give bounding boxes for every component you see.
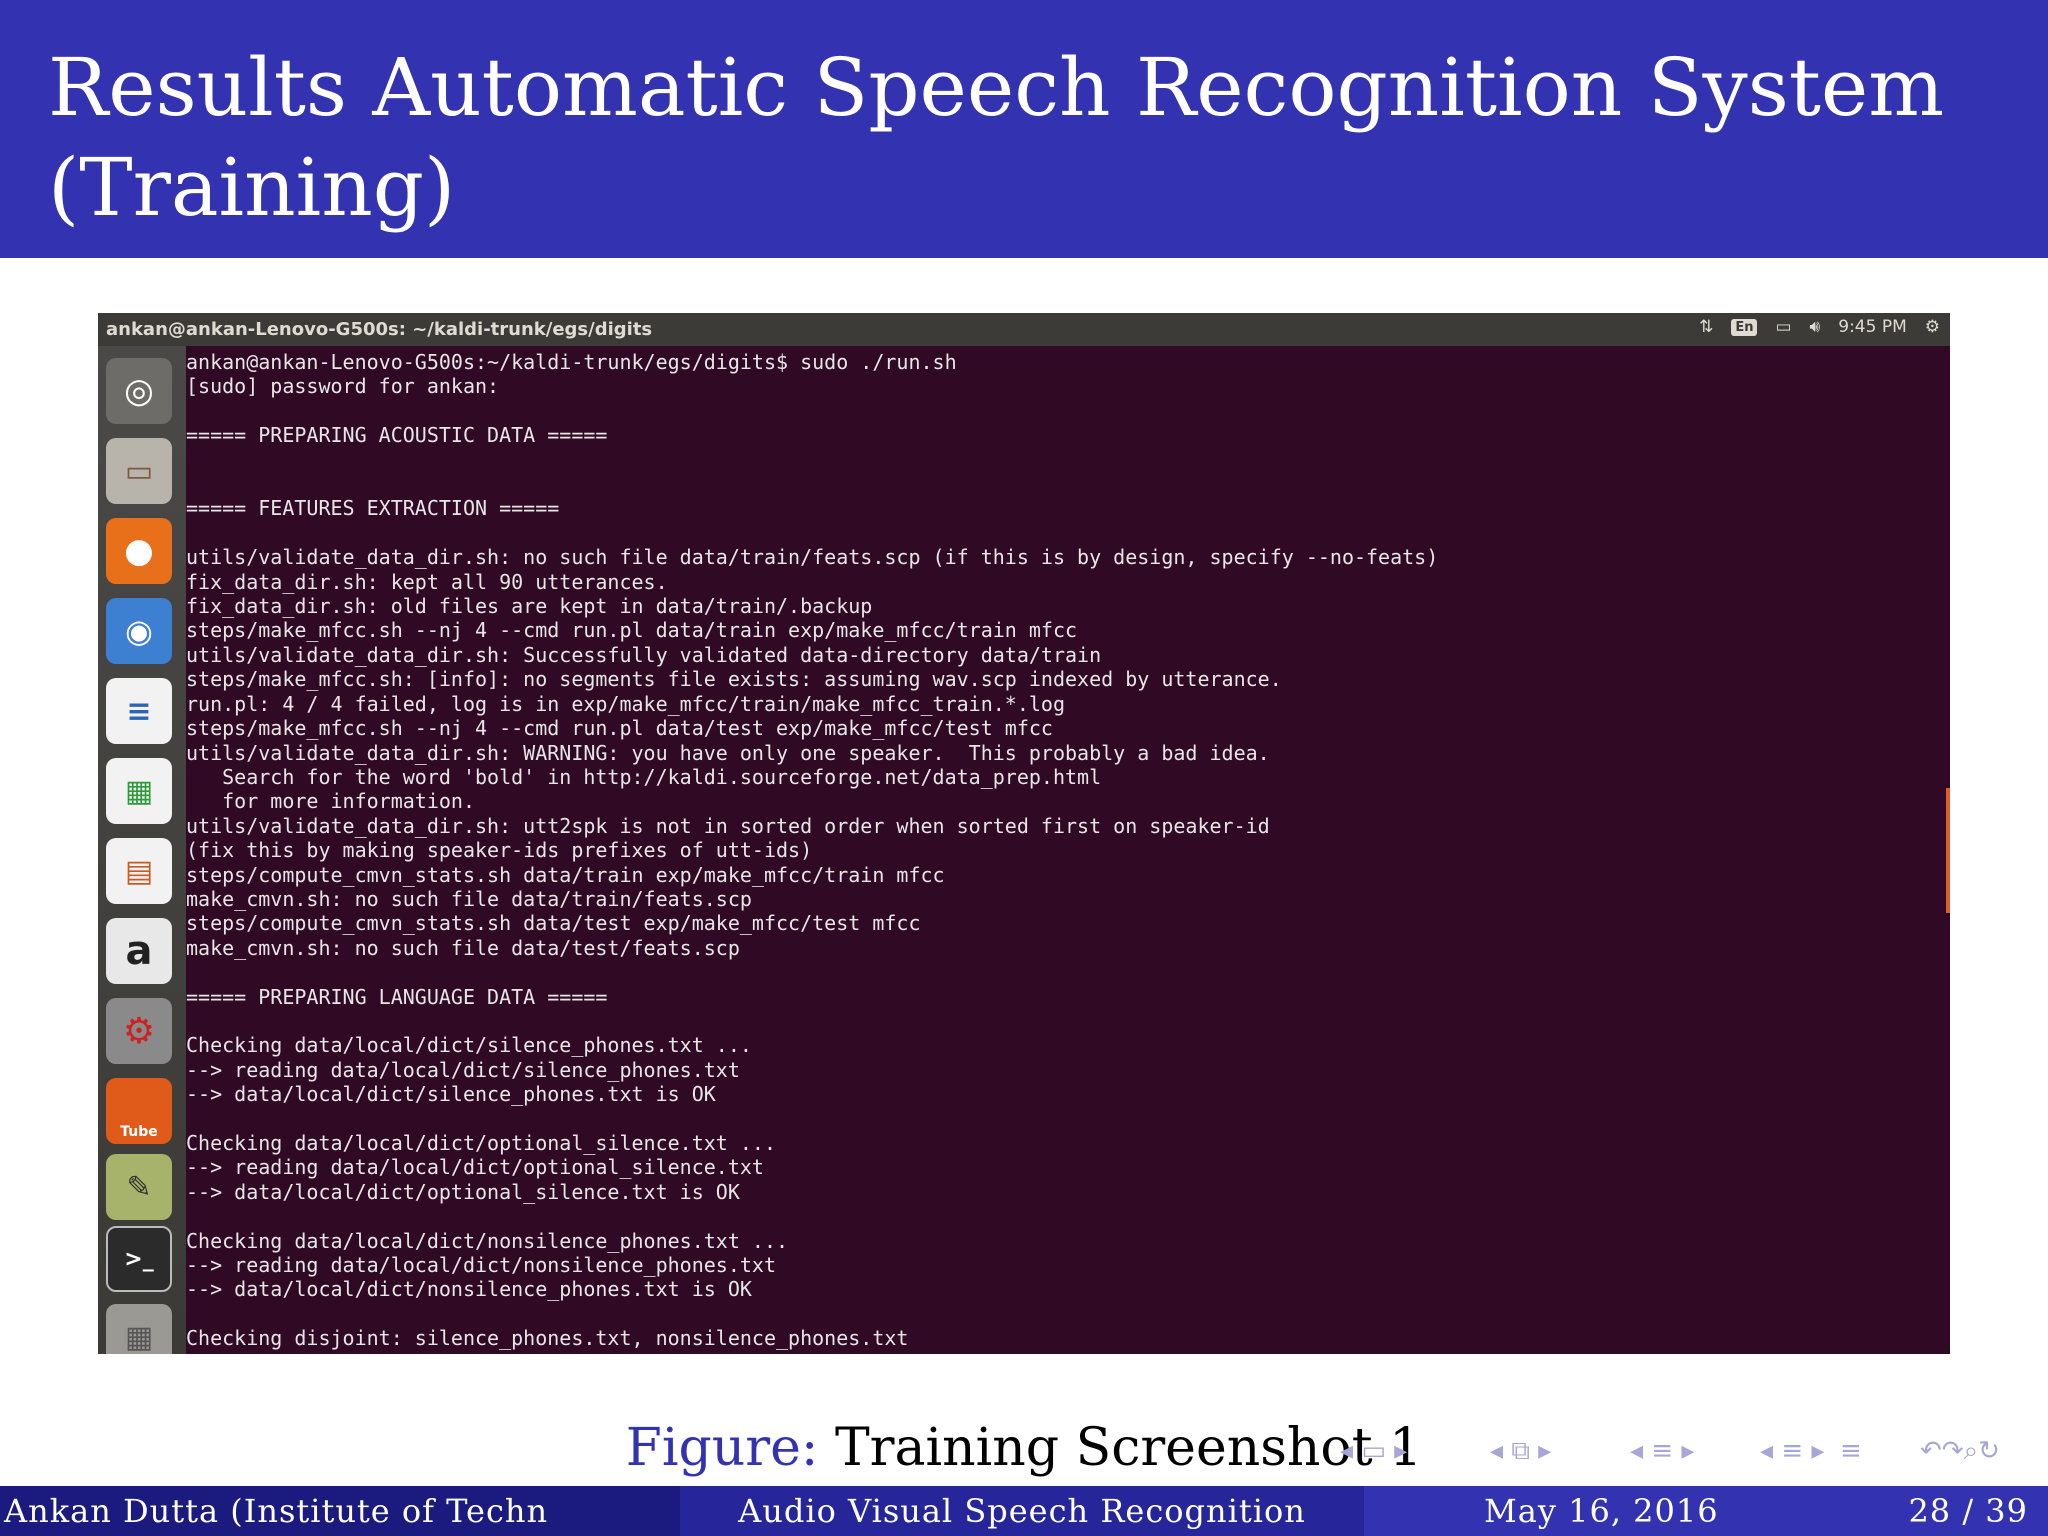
text-editor-icon[interactable]: ✎ xyxy=(106,1154,172,1220)
terminal-line: ===== PREPARING ACOUSTIC DATA ===== xyxy=(186,423,608,448)
terminal-line: utils/validate_data_dir.sh: no such file… xyxy=(186,545,1439,570)
terminal-line: steps/make_mfcc.sh --nj 4 --cmd run.pl d… xyxy=(186,618,1078,643)
footer-title: Audio Visual Speech Recognition xyxy=(680,1486,1364,1536)
window-title: ankan@ankan-Lenovo-G500s: ~/kaldi-trunk/… xyxy=(106,319,653,340)
amazon-icon[interactable]: a xyxy=(106,918,172,984)
nav-frame-icon[interactable]: ◂ ▭ ▸ xyxy=(1340,1436,1407,1466)
slide-title-bar: Results Automatic Speech Recognition Sys… xyxy=(0,0,2048,258)
firefox-icon[interactable]: ● xyxy=(106,518,172,584)
terminal-line: --> reading data/local/dict/silence_phon… xyxy=(186,1057,740,1082)
battery-icon[interactable]: ▭ xyxy=(1775,317,1791,337)
terminal-icon[interactable]: >_ xyxy=(106,1226,172,1292)
terminal-line: for more information. xyxy=(186,789,475,814)
terminal-line: (fix this by making speaker-ids prefixes… xyxy=(186,838,813,863)
terminal-line: Checking data/local/dict/optional_silenc… xyxy=(186,1131,777,1155)
chromium-icon[interactable]: ◉ xyxy=(106,598,172,664)
system-settings-icon[interactable]: ⚙ xyxy=(106,998,172,1064)
ubuntu-top-panel: ankan@ankan-Lenovo-G500s: ~/kaldi-trunk/… xyxy=(98,313,1950,346)
libreoffice-impress-icon[interactable]: ▤ xyxy=(106,838,172,904)
terminal-line: --> reading data/local/dict/nonsilence_p… xyxy=(186,1253,777,1278)
figure-caption-text: Training Screenshot 1 xyxy=(834,1418,1423,1478)
footer-page-number: 28 / 39 xyxy=(1908,1492,2028,1530)
terminal-line: utils/validate_data_dir.sh: Successfully… xyxy=(186,642,1102,667)
terminal-line: Search for the word 'bold' in http://kal… xyxy=(186,764,1102,789)
terminal-line: make_cmvn.sh: no such file data/train/fe… xyxy=(186,886,752,911)
terminal-line: steps/make_mfcc.sh: [info]: no segments … xyxy=(186,667,1282,692)
keyboard-layout-indicator[interactable]: En xyxy=(1731,318,1758,336)
indicator-area: ⇅ En ▭ 🔊︎ 9:45 PM ⚙ xyxy=(1699,317,1940,337)
terminal-line: steps/make_mfcc.sh --nj 4 --cmd run.pl d… xyxy=(186,716,1053,741)
footer-author: Ankan Dutta (Institute of Techn xyxy=(0,1486,680,1536)
footer-date-page: May 16, 2016 28 / 39 xyxy=(1364,1486,2048,1536)
terminal-line: [sudo] password for ankan: xyxy=(186,374,500,399)
terminal-line: make_cmvn.sh: no such file data/test/fea… xyxy=(186,935,740,960)
libreoffice-calc-icon[interactable]: ▦ xyxy=(106,758,172,824)
clock[interactable]: 9:45 PM xyxy=(1838,317,1907,337)
terminal-line: Checking data/local/dict/silence_phones.… xyxy=(186,1033,752,1058)
nav-back-search-icon[interactable]: ↶↷⌕↻ xyxy=(1920,1436,2000,1467)
files-icon[interactable]: ▭ xyxy=(106,438,172,504)
terminal-line: utils/validate_data_dir.sh: utt2spk is n… xyxy=(186,813,1270,838)
terminal-line: utils/validate_data_dir.sh: WARNING: you… xyxy=(186,740,1270,765)
ubuntu-screenshot: ankan@ankan-Lenovo-G500s: ~/kaldi-trunk/… xyxy=(98,313,1950,1354)
terminal-line: Checking data/local/dict/nonsilence_phon… xyxy=(186,1228,789,1253)
terminal-line: --> data/local/dict/optional_silence.txt… xyxy=(186,1179,740,1204)
network-icon[interactable]: ⇅ xyxy=(1699,317,1713,337)
terminal-scrollbar[interactable] xyxy=(1946,788,1950,913)
beamer-navigation: ◂ ▭ ▸ ◂ ⧉ ▸ ◂ ≡ ▸ ◂ ≡ ▸ ≡ ↶↷⌕↻ xyxy=(1340,1436,2040,1476)
workspace-switcher-icon[interactable]: ▦ xyxy=(106,1304,172,1354)
nav-section-icon[interactable]: ◂ ≡ ▸ xyxy=(1630,1436,1694,1466)
nav-appendix-icon[interactable]: ≡ xyxy=(1840,1436,1862,1466)
terminal-line: ankan@ankan-Lenovo-G500s:~/kaldi-trunk/e… xyxy=(186,350,957,374)
terminal-line: ===== PREPARING LANGUAGE DATA ===== xyxy=(186,984,608,1009)
unity-launcher: ◎ ▭ ● ◉ ≡ ▦ ▤ a ⚙ Tube ✎ >_ ▦ xyxy=(98,346,186,1354)
terminal-line: fix_data_dir.sh: kept all 90 utterances. xyxy=(186,569,668,594)
terminal-output: ankan@ankan-Lenovo-G500s:~/kaldi-trunk/e… xyxy=(186,346,1946,1351)
nav-subsection-icon[interactable]: ◂ ⧉ ▸ xyxy=(1490,1436,1551,1467)
ubuntu-dash-icon[interactable]: ◎ xyxy=(106,358,172,424)
gear-icon[interactable]: ⚙ xyxy=(1925,317,1940,337)
terminal-line: steps/compute_cmvn_stats.sh data/test ex… xyxy=(186,911,921,936)
terminal-line: --> data/local/dict/silence_phones.txt i… xyxy=(186,1082,716,1107)
terminal-line: Checking disjoint: silence_phones.txt, n… xyxy=(186,1326,909,1351)
nav-toc-icon[interactable]: ◂ ≡ ▸ xyxy=(1760,1436,1824,1466)
terminal-line: fix_data_dir.sh: old files are kept in d… xyxy=(186,594,873,619)
terminal-line: steps/compute_cmvn_stats.sh data/train e… xyxy=(186,862,945,887)
figure-label: Figure: xyxy=(625,1418,819,1478)
slide-footer: Ankan Dutta (Institute of Techn Audio Vi… xyxy=(0,1486,2048,1536)
terminal-line: --> data/local/dict/nonsilence_phones.tx… xyxy=(186,1277,752,1302)
slide-title: Results Automatic Speech Recognition Sys… xyxy=(48,41,1945,234)
terminal-window[interactable]: ankan@ankan-Lenovo-G500s:~/kaldi-trunk/e… xyxy=(186,346,1946,1351)
terminal-line: ===== FEATURES EXTRACTION ===== xyxy=(186,496,560,521)
terminal-line: --> reading data/local/dict/optional_sil… xyxy=(186,1155,764,1180)
terminal-line: run.pl: 4 / 4 failed, log is in exp/make… xyxy=(186,691,1065,716)
libreoffice-writer-icon[interactable]: ≡ xyxy=(106,678,172,744)
footer-date: May 16, 2016 xyxy=(1484,1492,1719,1530)
minitube-icon[interactable]: Tube xyxy=(106,1078,172,1144)
volume-icon[interactable]: 🔊︎ xyxy=(1810,317,1821,337)
